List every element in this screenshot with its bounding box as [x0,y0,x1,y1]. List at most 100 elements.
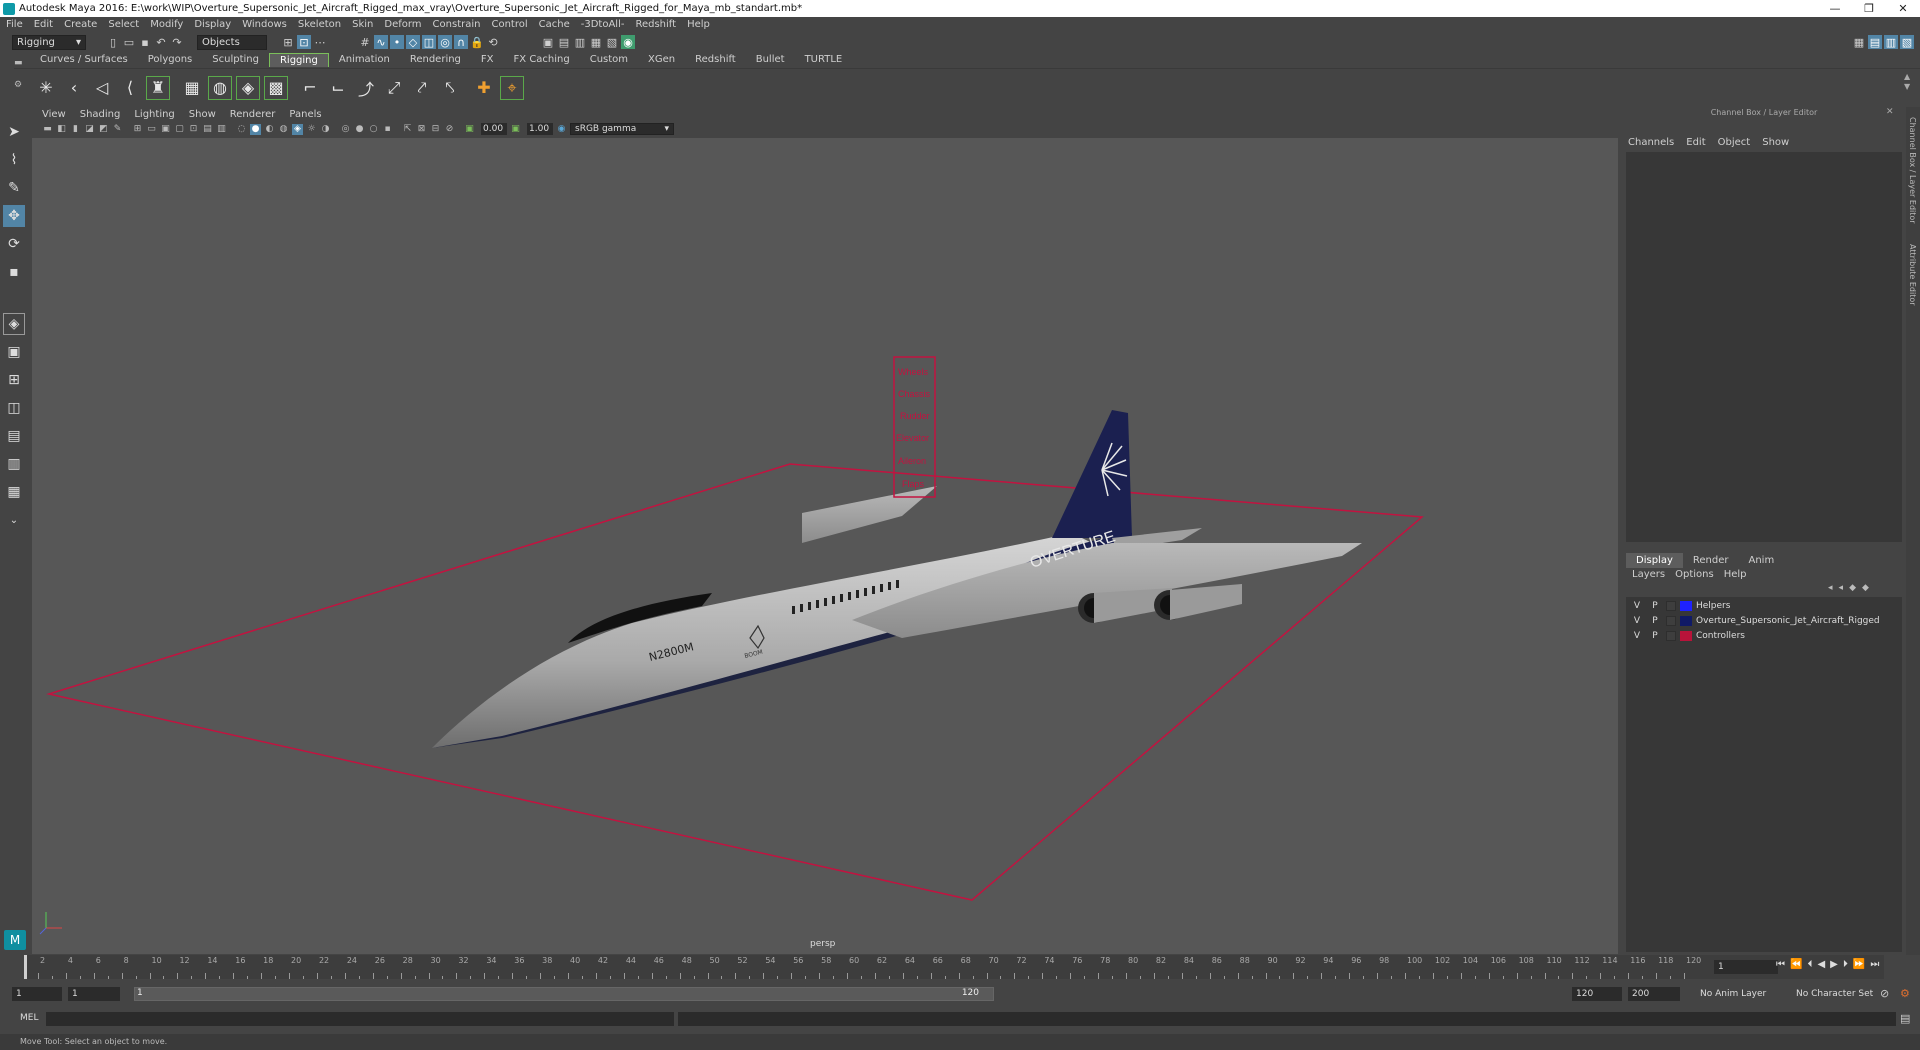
panel-close-icon[interactable]: ✕ [1886,107,1894,117]
hypershade-layout-icon[interactable]: ▦ [3,481,25,503]
view-transform-dropdown[interactable]: sRGB gamma ▾ [570,123,674,135]
render-view-icon[interactable]: ▧ [605,35,619,49]
shelf-tab-animation[interactable]: Animation [329,53,400,67]
far-wing[interactable] [802,486,937,543]
gamma-icon[interactable]: ▣ [510,124,521,135]
new-empty-layer-icon[interactable]: ◆ [1849,583,1856,593]
main-controller-outline[interactable] [46,463,1424,901]
hypershade-icon[interactable]: ▦ [589,35,603,49]
aim-constraint-icon[interactable]: ⤤ [410,76,434,100]
layer-menu-options[interactable]: Options [1675,569,1714,580]
layer-tab-render[interactable]: Render [1683,553,1739,568]
layer-color-swatch[interactable] [1680,631,1692,641]
toggle-channel-box-icon[interactable]: ▧ [1900,35,1914,49]
color-management-icon[interactable]: ◉ [556,124,567,135]
range-bar[interactable]: 1 120 [134,987,994,1001]
snap-view-icon[interactable]: ◇ [406,35,420,49]
step-forward-key-icon[interactable]: ⏩ [1853,959,1865,970]
animation-start-field[interactable]: 1 [12,987,62,1001]
play-forwards-icon[interactable]: ▶ [1830,959,1838,970]
snap-point-icon[interactable]: • [390,35,404,49]
side-tab-attribute-editor[interactable]: Attribute Editor [1908,244,1917,306]
gamma-field[interactable]: 1.00 [527,123,553,135]
menu-cache[interactable]: Cache [539,19,570,30]
channel-box-menu-channels[interactable]: Channels [1628,137,1674,148]
menu-set-dropdown[interactable]: Rigging ▾ [12,34,86,50]
render-settings-icon[interactable]: ▥ [573,35,587,49]
layer-tab-anim[interactable]: Anim [1738,553,1784,568]
layer-menu-help[interactable]: Help [1724,569,1747,580]
command-input[interactable] [46,1012,674,1026]
toggle-tool-settings-icon[interactable]: ▥ [1884,35,1898,49]
motion-blur-icon[interactable]: ● [354,124,365,135]
depth-of-field-icon[interactable]: ▪ [382,124,393,135]
ik-handle-icon[interactable]: ‹ [62,76,86,100]
shelf-tab-custom[interactable]: Custom [580,53,638,67]
viewport-menu-view[interactable]: View [42,109,66,120]
gate-mask-icon[interactable]: ▢ [174,124,185,135]
select-tool-icon[interactable]: ➤ [3,121,25,143]
select-component-icon[interactable]: ⋯ [313,35,327,49]
layer-display-type[interactable] [1666,631,1676,641]
open-scene-icon[interactable]: ▭ [122,35,136,49]
close-button[interactable]: ✕ [1886,2,1920,15]
paint-select-icon[interactable]: ✎ [3,177,25,199]
wireframe-icon[interactable]: ◌ [236,124,247,135]
bookmark-icon[interactable]: ▮ [70,124,81,135]
controller-flaps-label[interactable]: Flaps [902,479,925,489]
step-back-key-icon[interactable]: ⏪ [1790,959,1802,970]
wireframe-on-shaded-icon[interactable]: ◍ [278,124,289,135]
anim-layer-dropdown[interactable]: No Anim Layer [1696,987,1774,1001]
layer-visibility-toggle[interactable]: V [1630,616,1644,626]
layer-playback-toggle[interactable]: P [1648,631,1662,641]
menu-edit[interactable]: Edit [34,19,53,30]
layer-color-swatch[interactable] [1680,616,1692,626]
shelf-tab-sculpting[interactable]: Sculpting [202,53,269,67]
layer-display-type[interactable] [1666,601,1676,611]
menu-skin[interactable]: Skin [352,19,373,30]
exposure-icon[interactable]: ▣ [464,124,475,135]
ik-spline-icon[interactable]: ◁ [90,76,114,100]
layer-tab-display[interactable]: Display [1626,553,1683,568]
menu-windows[interactable]: Windows [242,19,287,30]
layer-menu-layers[interactable]: Layers [1632,569,1665,580]
controller-elevator-label[interactable]: Elevator [896,433,929,443]
parent-constraint-icon[interactable]: ⌐ [298,76,322,100]
layer-row[interactable]: V P Helpers [1626,599,1902,613]
history-icon[interactable]: ⟲ [486,35,500,49]
paint-weights-icon[interactable]: ◈ [236,75,260,100]
select-object-icon[interactable]: ⊡ [297,35,311,49]
field-chart-icon[interactable]: ⊡ [188,124,199,135]
shelf-tab-polygons[interactable]: Polygons [138,53,203,67]
layer-row[interactable]: V P Overture_Supersonic_Jet_Aircraft_Rig… [1626,614,1902,628]
select-camera-icon[interactable]: ▬ [42,124,53,135]
character-set-dropdown[interactable]: No Character Set [1792,987,1880,1001]
two-d-pan-icon[interactable]: ◩ [98,124,109,135]
move-tool-icon[interactable]: ✥ [3,205,25,227]
viewport-menu-show[interactable]: Show [189,109,216,120]
graph-layout-icon[interactable]: ▥ [3,453,25,475]
move-layer-up-icon[interactable]: ◂ [1828,583,1833,593]
animation-preferences-icon[interactable]: ⚙ [1900,987,1910,1000]
fuselage[interactable] [432,533,1102,748]
xray-joints-icon[interactable]: ⊟ [430,124,441,135]
layer-display-type[interactable] [1666,616,1676,626]
grid-toggle-icon[interactable]: ⊞ [132,124,143,135]
workspace-icon[interactable]: ▦ [1852,35,1866,49]
safe-title-icon[interactable]: ▥ [216,124,227,135]
lock-icon[interactable]: 🔒 [470,35,484,49]
layer-playback-toggle[interactable]: P [1648,616,1662,626]
move-layer-down-icon[interactable]: ◂ [1839,583,1844,593]
menu-redshift[interactable]: Redshift [635,19,676,30]
shelf-options-icon[interactable]: ▬ ⚙ [14,58,23,102]
time-slider-track[interactable]: 2 4 6 8 10 12 14 16 18 20 22 24 26 28 30 32 34 36 38 40 42 44… [24,955,1884,979]
joint-tool-icon[interactable]: ✳ [34,76,58,100]
controller-rudder-label[interactable]: Rudder [900,411,930,421]
menu-help[interactable]: Help [687,19,710,30]
controller-chassis-label[interactable]: Chassis [898,389,931,399]
render-frame-icon[interactable]: ▣ [541,35,555,49]
auto-key-icon[interactable]: ⊘ [1880,987,1889,1000]
menu-modify[interactable]: Modify [150,19,183,30]
ipr-render-icon[interactable]: ▤ [557,35,571,49]
last-tool-icon[interactable]: ◈ [3,313,25,335]
